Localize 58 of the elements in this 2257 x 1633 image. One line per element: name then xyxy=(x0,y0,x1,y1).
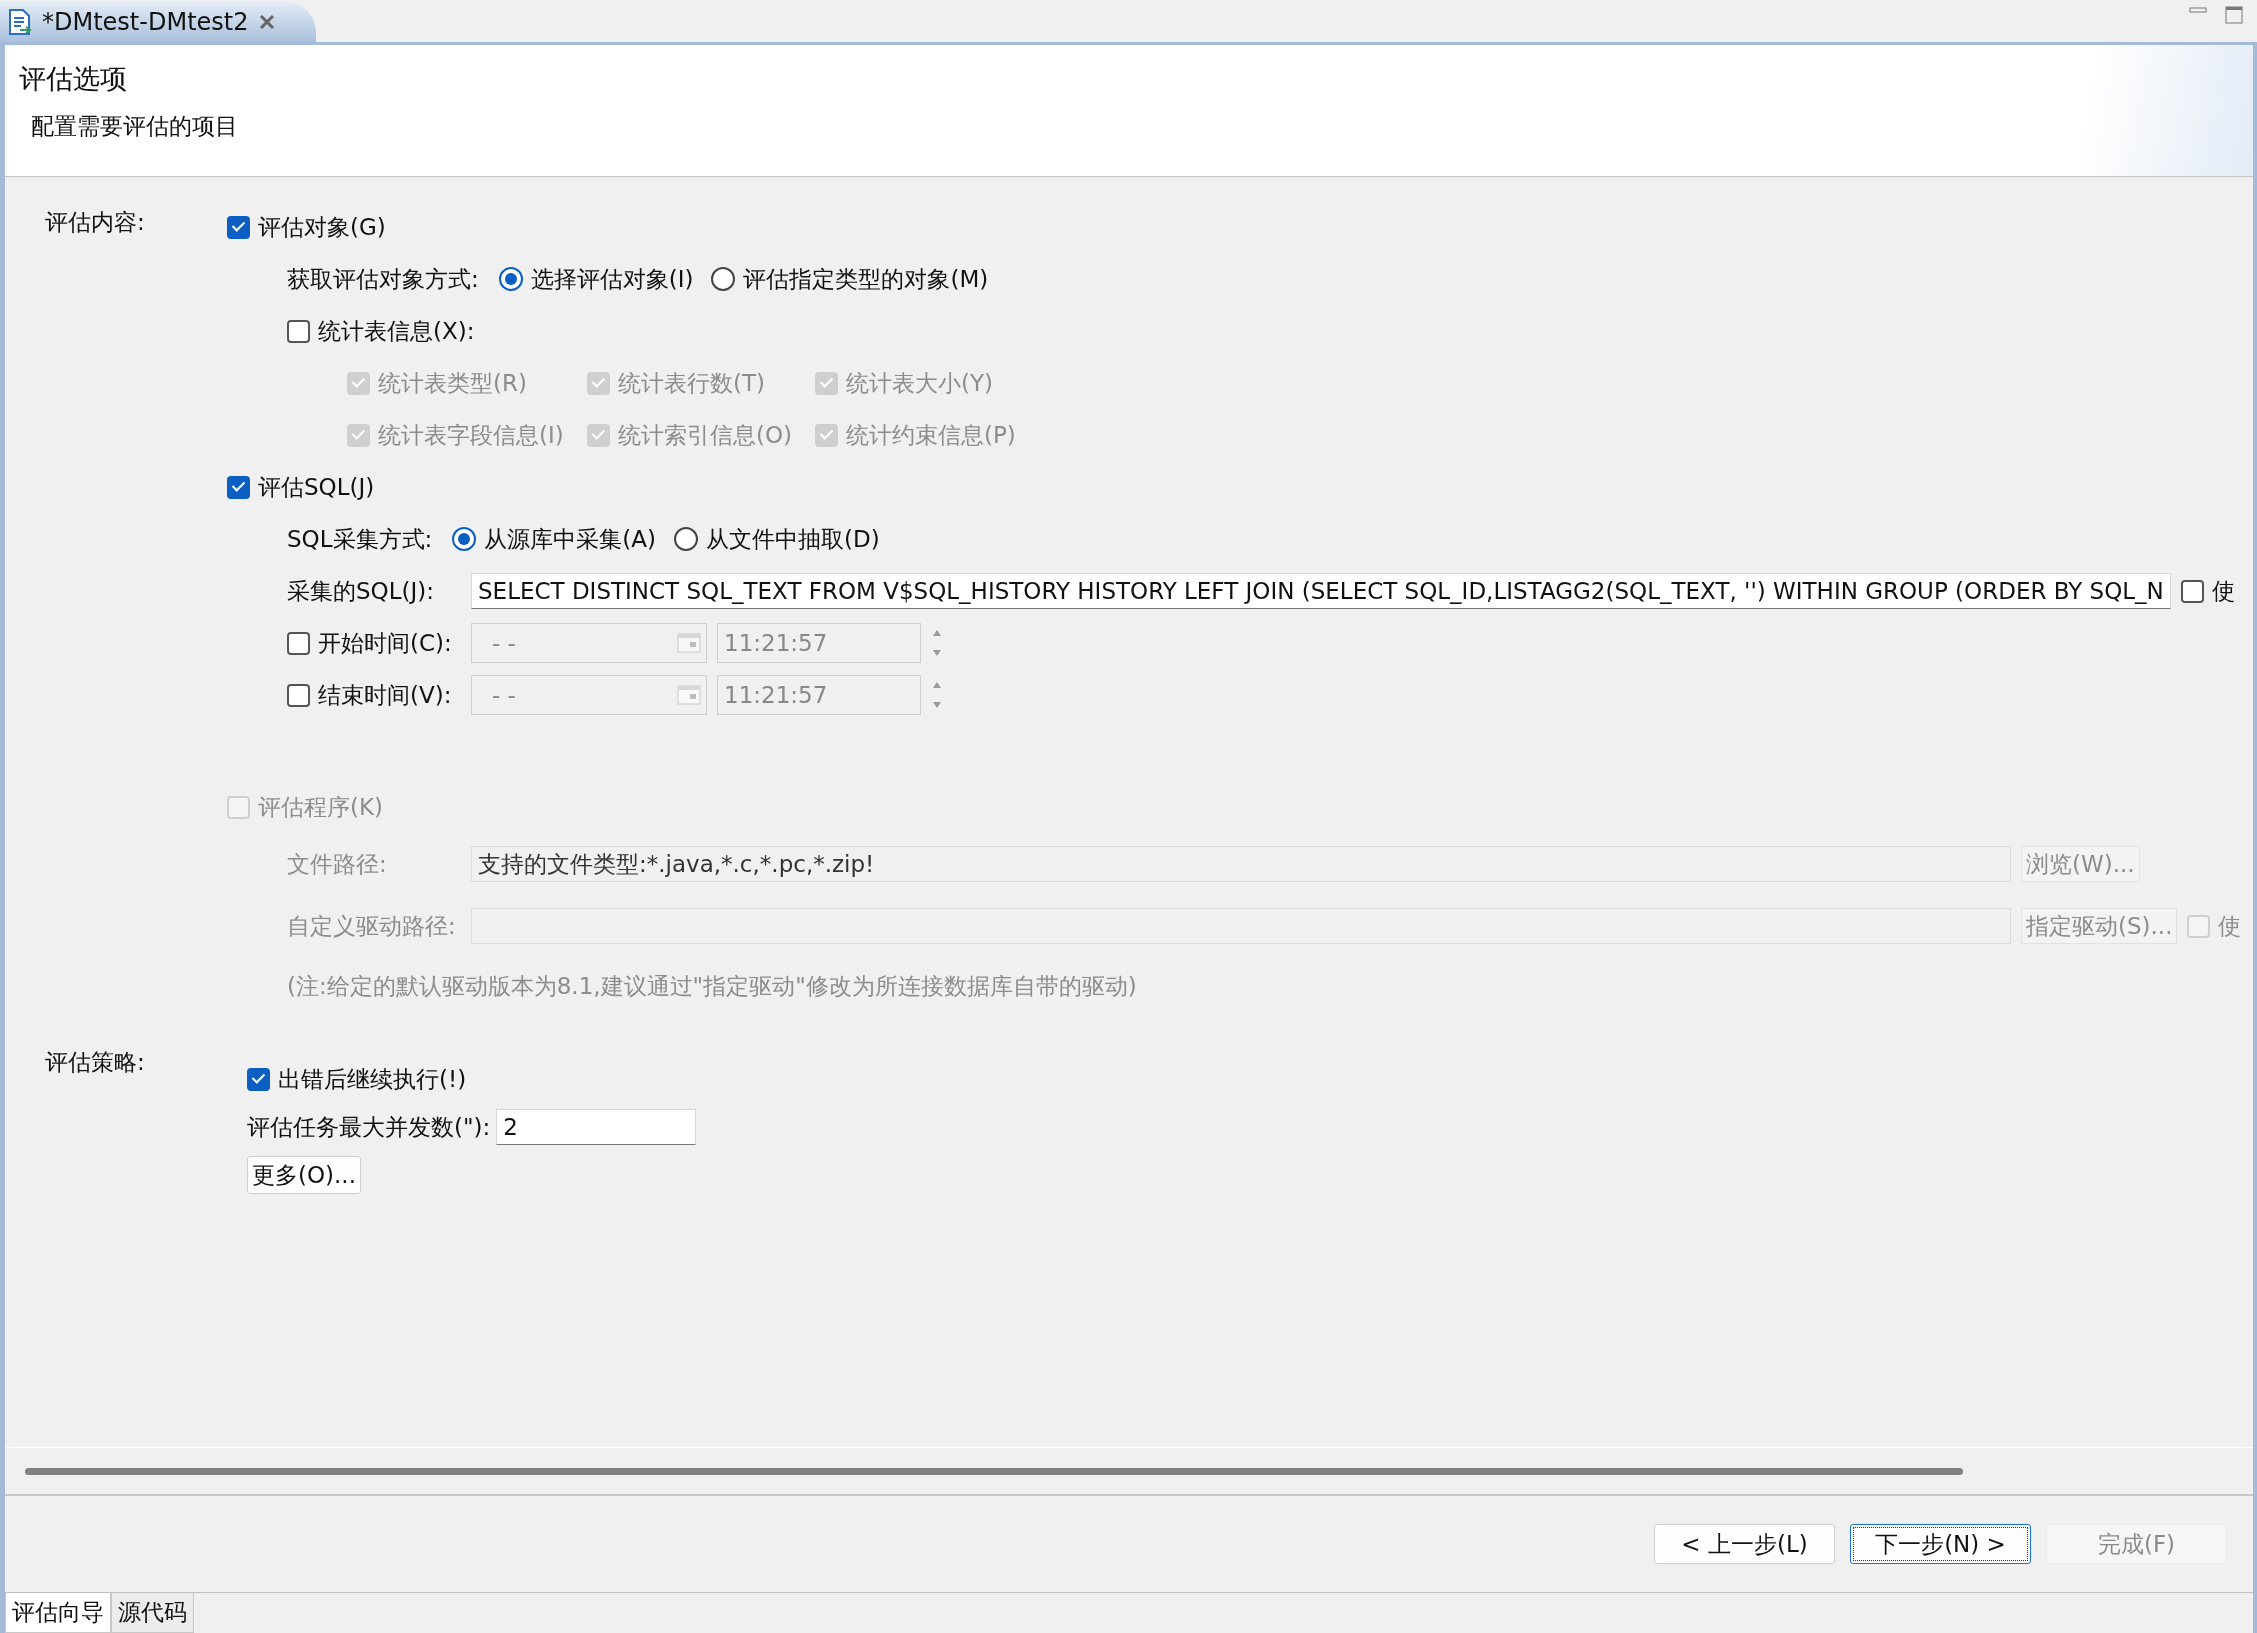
checkbox-label: 统计表类型(R) xyxy=(378,368,527,398)
driver-note: (注:给定的默认驱动版本为8.1,建议通过"指定驱动"修改为所连接数据库自带的驱动) xyxy=(287,971,1137,1001)
minimize-icon[interactable] xyxy=(2189,6,2207,16)
field-label: 文件路径: xyxy=(287,849,388,879)
close-icon[interactable] xyxy=(258,13,277,31)
radio-label: 选择评估对象(I) xyxy=(530,264,694,294)
wizard-button[interactable]: 下一步(N) > xyxy=(1850,1524,2031,1564)
radio-label: 从文件中抽取(D) xyxy=(705,524,880,554)
checkbox-label: 使 xyxy=(2212,576,2235,606)
section-label: 评估内容: xyxy=(45,208,145,237)
field-label: 自定义驱动路径: xyxy=(287,911,457,941)
tab-title: *DMtest-DMtest2 xyxy=(42,8,249,36)
document-icon xyxy=(8,8,32,36)
file-path-field[interactable]: 支持的文件类型:*.java,*.c,*.pc,*.zip! xyxy=(471,846,2011,882)
checkbox[interactable] xyxy=(227,215,250,239)
checkbox-label: 开始时间(C): xyxy=(318,628,452,658)
checkbox[interactable] xyxy=(287,319,310,343)
editor-tab[interactable]: *DMtest-DMtest2 xyxy=(0,2,317,42)
checkbox-label: 评估对象(G) xyxy=(258,212,386,242)
calendar-icon[interactable] xyxy=(676,630,702,656)
bottom-tab[interactable]: 源代码 xyxy=(111,1593,194,1633)
more-button[interactable]: 更多(O)... xyxy=(247,1156,361,1194)
checkbox-label: 统计约束信息(P) xyxy=(846,420,1016,450)
radio-button[interactable] xyxy=(452,527,477,551)
checkbox-label: 统计表字段信息(I) xyxy=(378,420,564,450)
field-label: 采集的SQL(J): xyxy=(287,576,435,606)
checkbox-label: 评估程序(K) xyxy=(258,792,384,822)
scrollbar-thumb[interactable] xyxy=(25,1467,1963,1475)
bottom-tab[interactable]: 评估向导 xyxy=(5,1593,111,1633)
checkbox-label: 出错后继续执行(!) xyxy=(278,1064,467,1094)
checkbox[interactable] xyxy=(227,475,250,499)
checkbox-label: 结束时间(V): xyxy=(318,680,452,710)
calendar-icon[interactable] xyxy=(676,682,702,708)
checkbox-label: 统计索引信息(O) xyxy=(618,420,793,450)
checkbox-label: 评估SQL(J) xyxy=(258,472,375,502)
radio-button[interactable] xyxy=(498,267,523,291)
checkbox[interactable] xyxy=(2181,579,2204,603)
checkbox[interactable] xyxy=(247,1067,270,1091)
maximize-icon[interactable] xyxy=(2225,6,2243,24)
checkbox-label: 统计表信息(X): xyxy=(318,316,475,346)
section-label: 评估策略: xyxy=(45,1048,145,1077)
checkbox[interactable] xyxy=(287,683,310,707)
radio-label: 从源库中采集(A) xyxy=(484,524,656,554)
wizard-button[interactable]: < 上一步(L) xyxy=(1654,1524,1835,1564)
radio-button[interactable] xyxy=(711,267,736,291)
field-label: SQL采集方式: xyxy=(287,524,433,554)
concurrency-field[interactable]: 2 xyxy=(496,1109,697,1145)
checkbox-label: 使 xyxy=(2218,911,2242,941)
page-title: 评估选项 xyxy=(19,62,127,96)
field-label: 获取评估对象方式: xyxy=(287,264,479,294)
checkbox-label: 统计表行数(T) xyxy=(618,368,765,398)
field-label: 评估任务最大并发数("): xyxy=(247,1112,491,1142)
radio-button[interactable] xyxy=(673,527,698,551)
page-subtitle: 配置需要评估的项目 xyxy=(31,112,238,141)
radio-label: 评估指定类型的对象(M) xyxy=(743,264,989,294)
checkbox[interactable] xyxy=(287,631,310,655)
checkbox-label: 统计表大小(Y) xyxy=(846,368,993,398)
sql-field[interactable]: SELECT DISTINCT SQL_TEXT FROM V$SQL_HISTORY HISTORY LEFT JOIN (SELECT SQL_ID,LISTAGG2(SQL_TEXT, '') WITHIN GROUP (ORDER BY SQL_N xyxy=(471,573,2171,609)
